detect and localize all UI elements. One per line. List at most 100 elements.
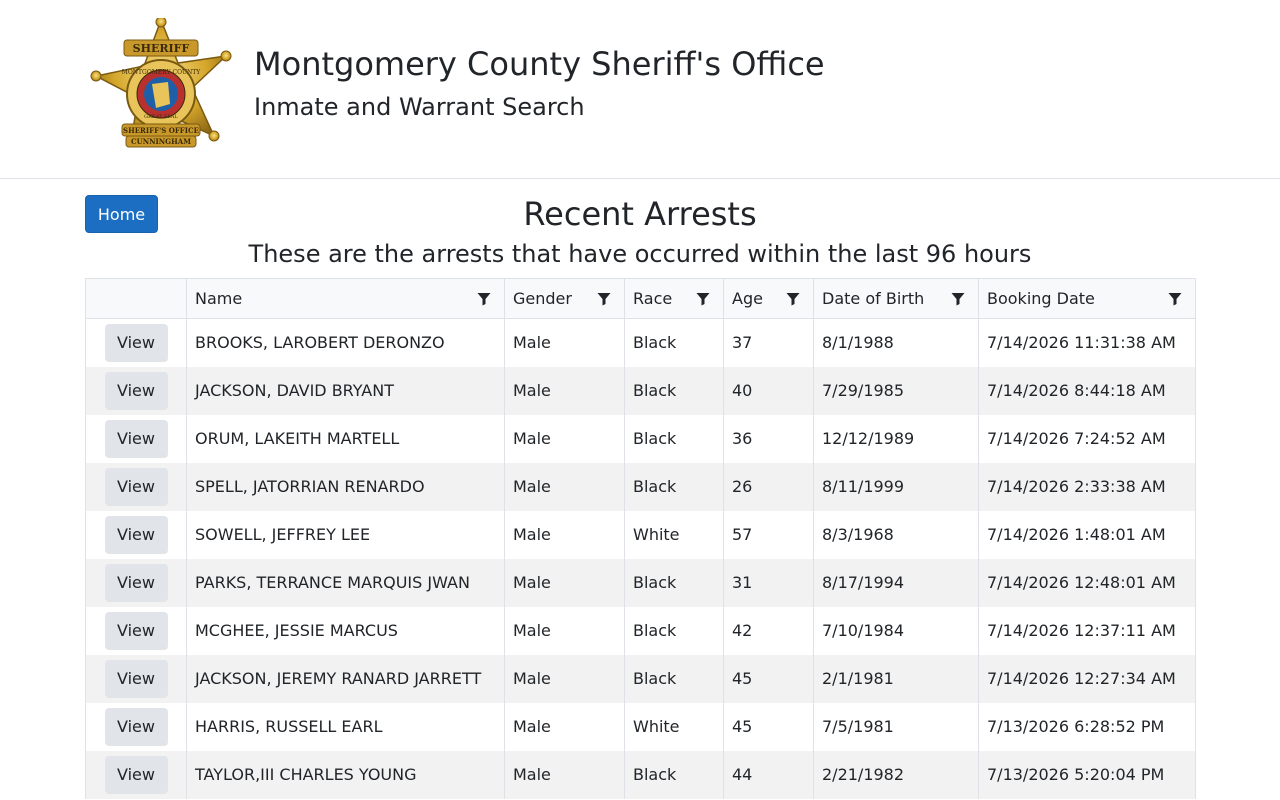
cell-name: SPELL, JATORRIAN RENARDO (186, 462, 505, 511)
column-header-race[interactable]: Race (624, 278, 724, 319)
svg-text:SHERIFF: SHERIFF (133, 42, 190, 55)
cell-age: 45 (723, 654, 814, 703)
cell-date-of-birth: 8/17/1994 (813, 558, 979, 607)
cell-booking-date: 7/13/2026 6:28:52 PM (978, 702, 1196, 751)
cell-date-of-birth: 8/11/1999 (813, 462, 979, 511)
cell-name: TAYLOR,III CHARLES YOUNG (186, 750, 505, 799)
cell-age: 45 (723, 702, 814, 751)
page-title: Recent Arrests (523, 195, 757, 233)
filter-icon[interactable] (476, 291, 492, 307)
view-button[interactable]: View (104, 707, 168, 746)
sheriff-badge-logo: SHERIFF MONTGOMERY COUNTY GREAT SEAL SHE… (90, 18, 232, 148)
table-header-row: Name Gender Race Age Date of Birth Booki… (85, 278, 1196, 319)
svg-text:GREAT SEAL: GREAT SEAL (144, 114, 178, 120)
view-cell: View (85, 318, 187, 367)
cell-name: HARRIS, RUSSELL EARL (186, 702, 505, 751)
cell-age: 57 (723, 510, 814, 559)
cell-race: Black (624, 462, 724, 511)
cell-date-of-birth: 8/1/1988 (813, 318, 979, 367)
column-header-label: Name (195, 289, 243, 308)
arrests-table: Name Gender Race Age Date of Birth Booki… (85, 278, 1196, 799)
filter-icon[interactable] (785, 291, 801, 307)
cell-booking-date: 7/14/2026 12:27:34 AM (978, 654, 1196, 703)
column-header-label: Gender (513, 289, 572, 308)
cell-name: MCGHEE, JESSIE MARCUS (186, 606, 505, 655)
cell-gender: Male (504, 702, 625, 751)
site-title: Montgomery County Sheriff's Office (254, 45, 825, 83)
cell-race: Black (624, 366, 724, 415)
view-cell: View (85, 558, 187, 607)
view-button[interactable]: View (104, 323, 168, 362)
site-subtitle: Inmate and Warrant Search (254, 93, 585, 121)
cell-gender: Male (504, 654, 625, 703)
view-cell: View (85, 510, 187, 559)
cell-age: 31 (723, 558, 814, 607)
cell-date-of-birth: 7/10/1984 (813, 606, 979, 655)
view-button[interactable]: View (104, 371, 168, 410)
cell-age: 40 (723, 366, 814, 415)
view-cell: View (85, 414, 187, 463)
filter-icon[interactable] (695, 291, 711, 307)
cell-name: JACKSON, DAVID BRYANT (186, 366, 505, 415)
cell-name: ORUM, LAKEITH MARTELL (186, 414, 505, 463)
view-button[interactable]: View (104, 467, 168, 506)
filter-icon[interactable] (950, 291, 966, 307)
cell-date-of-birth: 7/29/1985 (813, 366, 979, 415)
view-cell: View (85, 462, 187, 511)
cell-age: 36 (723, 414, 814, 463)
view-button[interactable]: View (104, 563, 168, 602)
cell-name: SOWELL, JEFFREY LEE (186, 510, 505, 559)
column-header-name[interactable]: Name (186, 278, 505, 319)
view-button[interactable]: View (104, 611, 168, 650)
filter-icon[interactable] (596, 291, 612, 307)
column-header-label: Race (633, 289, 673, 308)
view-button[interactable]: View (104, 755, 168, 794)
cell-date-of-birth: 12/12/1989 (813, 414, 979, 463)
table-row: View HARRIS, RUSSELL EARL Male White 45 … (85, 702, 1196, 751)
cell-race: Black (624, 606, 724, 655)
cell-race: Black (624, 414, 724, 463)
column-header-label: Date of Birth (822, 289, 925, 308)
view-cell: View (85, 654, 187, 703)
view-button[interactable]: View (104, 515, 168, 554)
cell-age: 44 (723, 750, 814, 799)
filter-icon[interactable] (1167, 291, 1183, 307)
cell-age: 26 (723, 462, 814, 511)
svg-text:MONTGOMERY COUNTY: MONTGOMERY COUNTY (122, 69, 202, 76)
cell-gender: Male (504, 558, 625, 607)
cell-race: Black (624, 318, 724, 367)
view-cell: View (85, 606, 187, 655)
column-header-label: Age (732, 289, 763, 308)
cell-gender: Male (504, 318, 625, 367)
cell-booking-date: 7/14/2026 7:24:52 AM (978, 414, 1196, 463)
cell-booking-date: 7/14/2026 11:31:38 AM (978, 318, 1196, 367)
column-header-gender[interactable]: Gender (504, 278, 625, 319)
view-cell: View (85, 750, 187, 799)
cell-name: PARKS, TERRANCE MARQUIS JWAN (186, 558, 505, 607)
cell-gender: Male (504, 750, 625, 799)
cell-name: JACKSON, JEREMY RANARD JARRETT (186, 654, 505, 703)
view-button[interactable]: View (104, 659, 168, 698)
column-header-label: Booking Date (987, 289, 1095, 308)
cell-gender: Male (504, 606, 625, 655)
cell-race: White (624, 510, 724, 559)
cell-booking-date: 7/14/2026 8:44:18 AM (978, 366, 1196, 415)
table-row: View BROOKS, LAROBERT DERONZO Male Black… (85, 318, 1196, 367)
column-header-date-of-birth[interactable]: Date of Birth (813, 278, 979, 319)
cell-date-of-birth: 2/21/1982 (813, 750, 979, 799)
table-row: View SPELL, JATORRIAN RENARDO Male Black… (85, 462, 1196, 511)
cell-date-of-birth: 8/3/1968 (813, 510, 979, 559)
view-cell: View (85, 702, 187, 751)
cell-gender: Male (504, 462, 625, 511)
column-header-age[interactable]: Age (723, 278, 814, 319)
column-header-booking-date[interactable]: Booking Date (978, 278, 1196, 319)
cell-booking-date: 7/14/2026 1:48:01 AM (978, 510, 1196, 559)
table-row: View ORUM, LAKEITH MARTELL Male Black 36… (85, 414, 1196, 463)
cell-gender: Male (504, 366, 625, 415)
table-row: View JACKSON, DAVID BRYANT Male Black 40… (85, 366, 1196, 415)
table-row: View TAYLOR,III CHARLES YOUNG Male Black… (85, 750, 1196, 799)
cell-race: Black (624, 750, 724, 799)
cell-date-of-birth: 2/1/1981 (813, 654, 979, 703)
view-button[interactable]: View (104, 419, 168, 458)
page-subtitle: These are the arrests that have occurred… (248, 240, 1032, 268)
